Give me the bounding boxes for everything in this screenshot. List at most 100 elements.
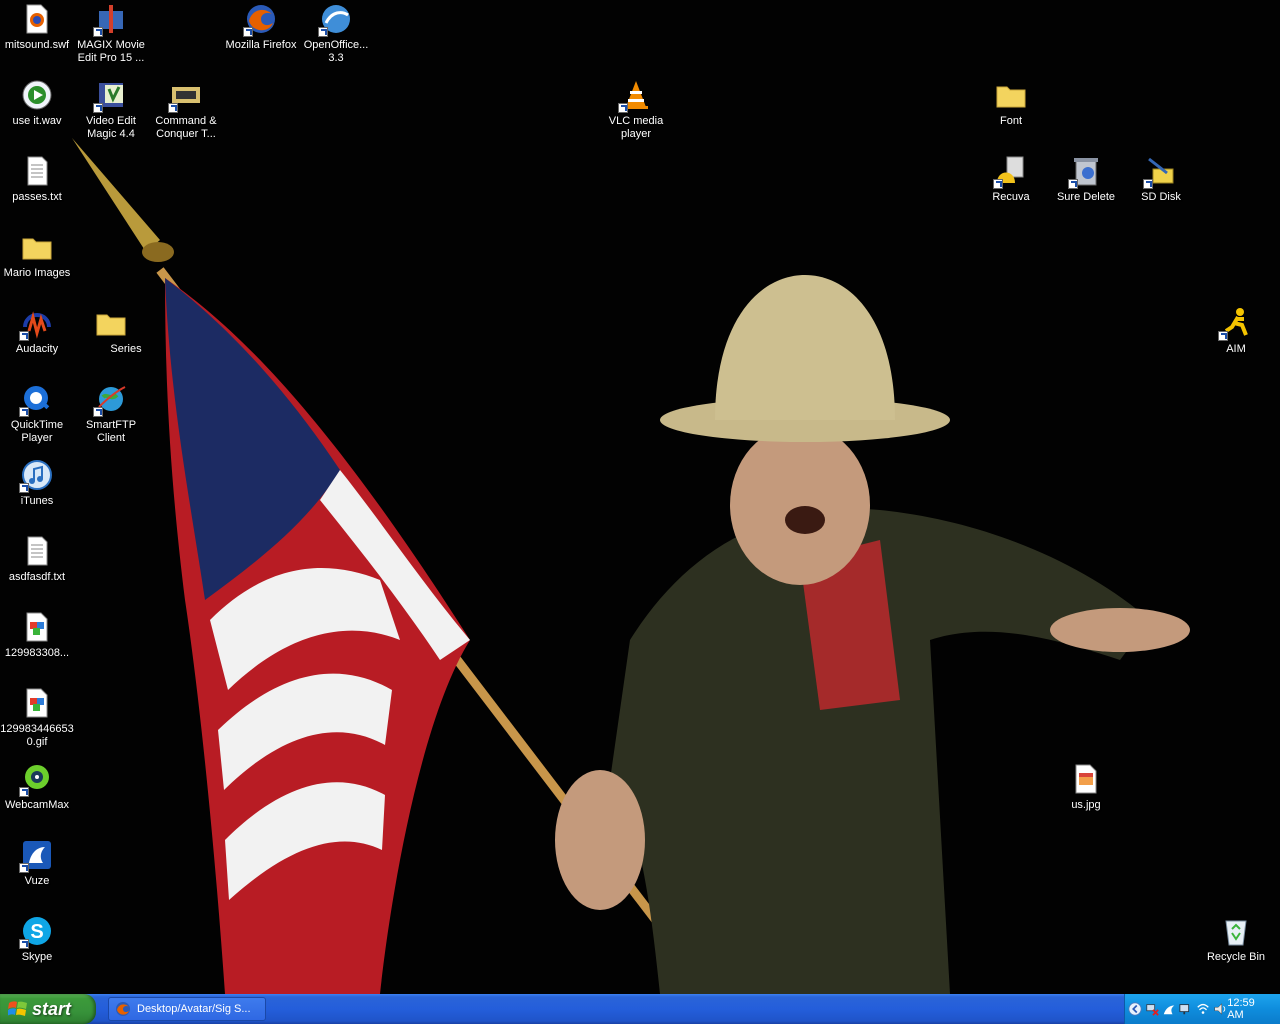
desktop-icon-mario-images[interactable]: Mario Images: [0, 231, 74, 280]
icon-label: 1299834466530.gif: [0, 723, 74, 748]
task-item-label: Desktop/Avatar/Sig S...: [137, 1003, 251, 1015]
desktop-icon-itunes[interactable]: iTunes: [0, 459, 74, 508]
icon-label: Mozilla Firefox: [225, 39, 297, 51]
icon-label: Command & Conquer T...: [155, 115, 217, 140]
desktop-icon-vuze[interactable]: Vuze: [0, 839, 74, 888]
shortcut-arrow-icon: [1218, 331, 1228, 341]
shortcut-arrow-icon: [19, 787, 29, 797]
icon-label: iTunes: [20, 495, 54, 507]
desktop-icon-command-conquer[interactable]: Command & Conquer T...: [149, 79, 223, 141]
shortcut-arrow-icon: [19, 331, 29, 341]
desktop-icon-gif-1299834466530[interactable]: 1299834466530.gif: [0, 687, 74, 749]
image-file-icon: [26, 688, 48, 718]
icon-label: Font: [999, 115, 1022, 127]
shortcut-arrow-icon: [93, 407, 103, 417]
text-file-icon: [27, 156, 48, 186]
desktop-icon-us-jpg[interactable]: us.jpg: [1049, 763, 1123, 812]
icon-label: Recycle Bin: [1206, 951, 1266, 963]
icon-label: MAGIX Movie Edit Pro 15 ...: [77, 39, 145, 64]
icon-label: passes.txt: [12, 191, 62, 203]
icon-label: us.jpg: [1071, 799, 1101, 811]
desktop-icon-use-it-wav[interactable]: use it.wav: [0, 79, 74, 128]
icon-label: Series: [110, 343, 142, 355]
network-disconnected-icon[interactable]: [1145, 1001, 1159, 1017]
icon-label: Audacity: [15, 343, 59, 355]
icon-label: mitsound.swf: [4, 39, 70, 51]
network-monitor-icon[interactable]: [1179, 1001, 1193, 1017]
icon-label: Skype: [21, 951, 53, 963]
folder-icon: [996, 86, 1026, 108]
icon-label: Sure Delete: [1056, 191, 1116, 203]
shortcut-arrow-icon: [19, 939, 29, 949]
shortcut-arrow-icon: [19, 863, 29, 873]
taskbar: start Desktop/Avatar/Sig S... 12:59 AM: [0, 994, 1280, 1024]
shortcut-arrow-icon: [318, 27, 328, 37]
desktop-icon-sd-disk[interactable]: SD Disk: [1124, 155, 1198, 204]
system-tray: 12:59 AM: [1124, 994, 1280, 1024]
desktop-icon-quicktime[interactable]: QuickTime Player: [0, 383, 74, 445]
icon-label: SmartFTP Client: [85, 419, 137, 444]
icon-label: Vuze: [24, 875, 50, 887]
media-player-icon: [22, 80, 52, 110]
taskbar-item-firefox-window[interactable]: Desktop/Avatar/Sig S...: [108, 997, 266, 1021]
start-label: start: [32, 998, 72, 1019]
desktop-icon-font-folder[interactable]: Font: [974, 79, 1048, 128]
desktop-icon-aim[interactable]: AIM: [1199, 307, 1273, 356]
swf-file-icon: [26, 4, 48, 34]
desktop-wallpaper: [0, 0, 1280, 994]
shortcut-arrow-icon: [93, 27, 103, 37]
desktop-icon-webcammax[interactable]: WebcamMax: [0, 763, 74, 812]
desktop-icon-sure-delete[interactable]: Sure Delete: [1049, 155, 1123, 204]
shortcut-arrow-icon: [1143, 179, 1153, 189]
wireless-icon[interactable]: [1196, 1001, 1210, 1017]
icon-label: AIM: [1226, 343, 1246, 355]
icon-label: asdfasdf.txt: [8, 571, 66, 583]
svg-text:S: S: [30, 921, 43, 943]
desktop-icon-magix-movie-edit[interactable]: MAGIX Movie Edit Pro 15 ...: [74, 3, 148, 65]
shortcut-arrow-icon: [19, 407, 29, 417]
clock[interactable]: 12:59 AM: [1227, 997, 1268, 1021]
jpg-file-icon: [1075, 764, 1097, 794]
firefox-icon: [116, 1002, 130, 1016]
image-file-icon: [26, 612, 48, 642]
desktop-icon-asdfasdf-txt[interactable]: asdfasdf.txt: [0, 535, 74, 584]
desktop-icon-image-129983308[interactable]: 129983308...: [0, 611, 74, 660]
icon-label: use it.wav: [12, 115, 62, 127]
shortcut-arrow-icon: [93, 103, 103, 113]
icon-label: VLC media player: [608, 115, 664, 140]
desktop-icon-openoffice[interactable]: OpenOffice... 3.3: [299, 3, 373, 65]
desktop-icon-recuva[interactable]: Recuva: [974, 155, 1048, 204]
folder-icon: [22, 238, 52, 260]
desktop-icon-recycle-bin[interactable]: Recycle Bin: [1199, 915, 1273, 964]
desktop-icon-passes-txt[interactable]: passes.txt: [0, 155, 74, 204]
icon-label: 129983308...: [4, 647, 70, 659]
desktop-icon-series-folder[interactable]: Series: [74, 307, 148, 356]
icon-label: OpenOffice... 3.3: [303, 39, 369, 64]
desktop-icon-vlc[interactable]: VLC media player: [599, 79, 673, 141]
start-button[interactable]: start: [0, 994, 96, 1024]
desktop-icon-smartftp[interactable]: SmartFTP Client: [74, 383, 148, 445]
volume-icon[interactable]: [1213, 1001, 1227, 1017]
desktop-icon-skype[interactable]: S Skype: [0, 915, 74, 964]
icon-label: WebcamMax: [5, 799, 69, 811]
icon-label: Video Edit Magic 4.4: [86, 115, 136, 140]
desktop-icon-video-edit-magic[interactable]: Video Edit Magic 4.4: [74, 79, 148, 141]
desktop-icon-audacity[interactable]: Audacity: [0, 307, 74, 356]
windows-logo-icon: [8, 1001, 27, 1016]
shortcut-arrow-icon: [993, 179, 1003, 189]
vuze-tray-icon[interactable]: [1162, 1001, 1176, 1017]
shortcut-arrow-icon: [168, 103, 178, 113]
shortcut-arrow-icon: [19, 483, 29, 493]
shortcut-arrow-icon: [618, 103, 628, 113]
text-file-icon: [27, 536, 48, 566]
recycle-bin-icon: [1225, 920, 1247, 946]
shortcut-arrow-icon: [1068, 179, 1078, 189]
tray-expand-chevron-icon[interactable]: [1128, 1001, 1142, 1017]
icon-label: SD Disk: [1141, 191, 1181, 203]
desktop-icon-mozilla-firefox[interactable]: Mozilla Firefox: [224, 3, 298, 52]
icon-label: QuickTime Player: [10, 419, 64, 444]
icon-label: Recuva: [992, 191, 1030, 203]
folder-icon: [96, 314, 126, 336]
desktop-icon-mitsound[interactable]: mitsound.swf: [0, 3, 74, 52]
icon-label: Mario Images: [3, 267, 71, 279]
